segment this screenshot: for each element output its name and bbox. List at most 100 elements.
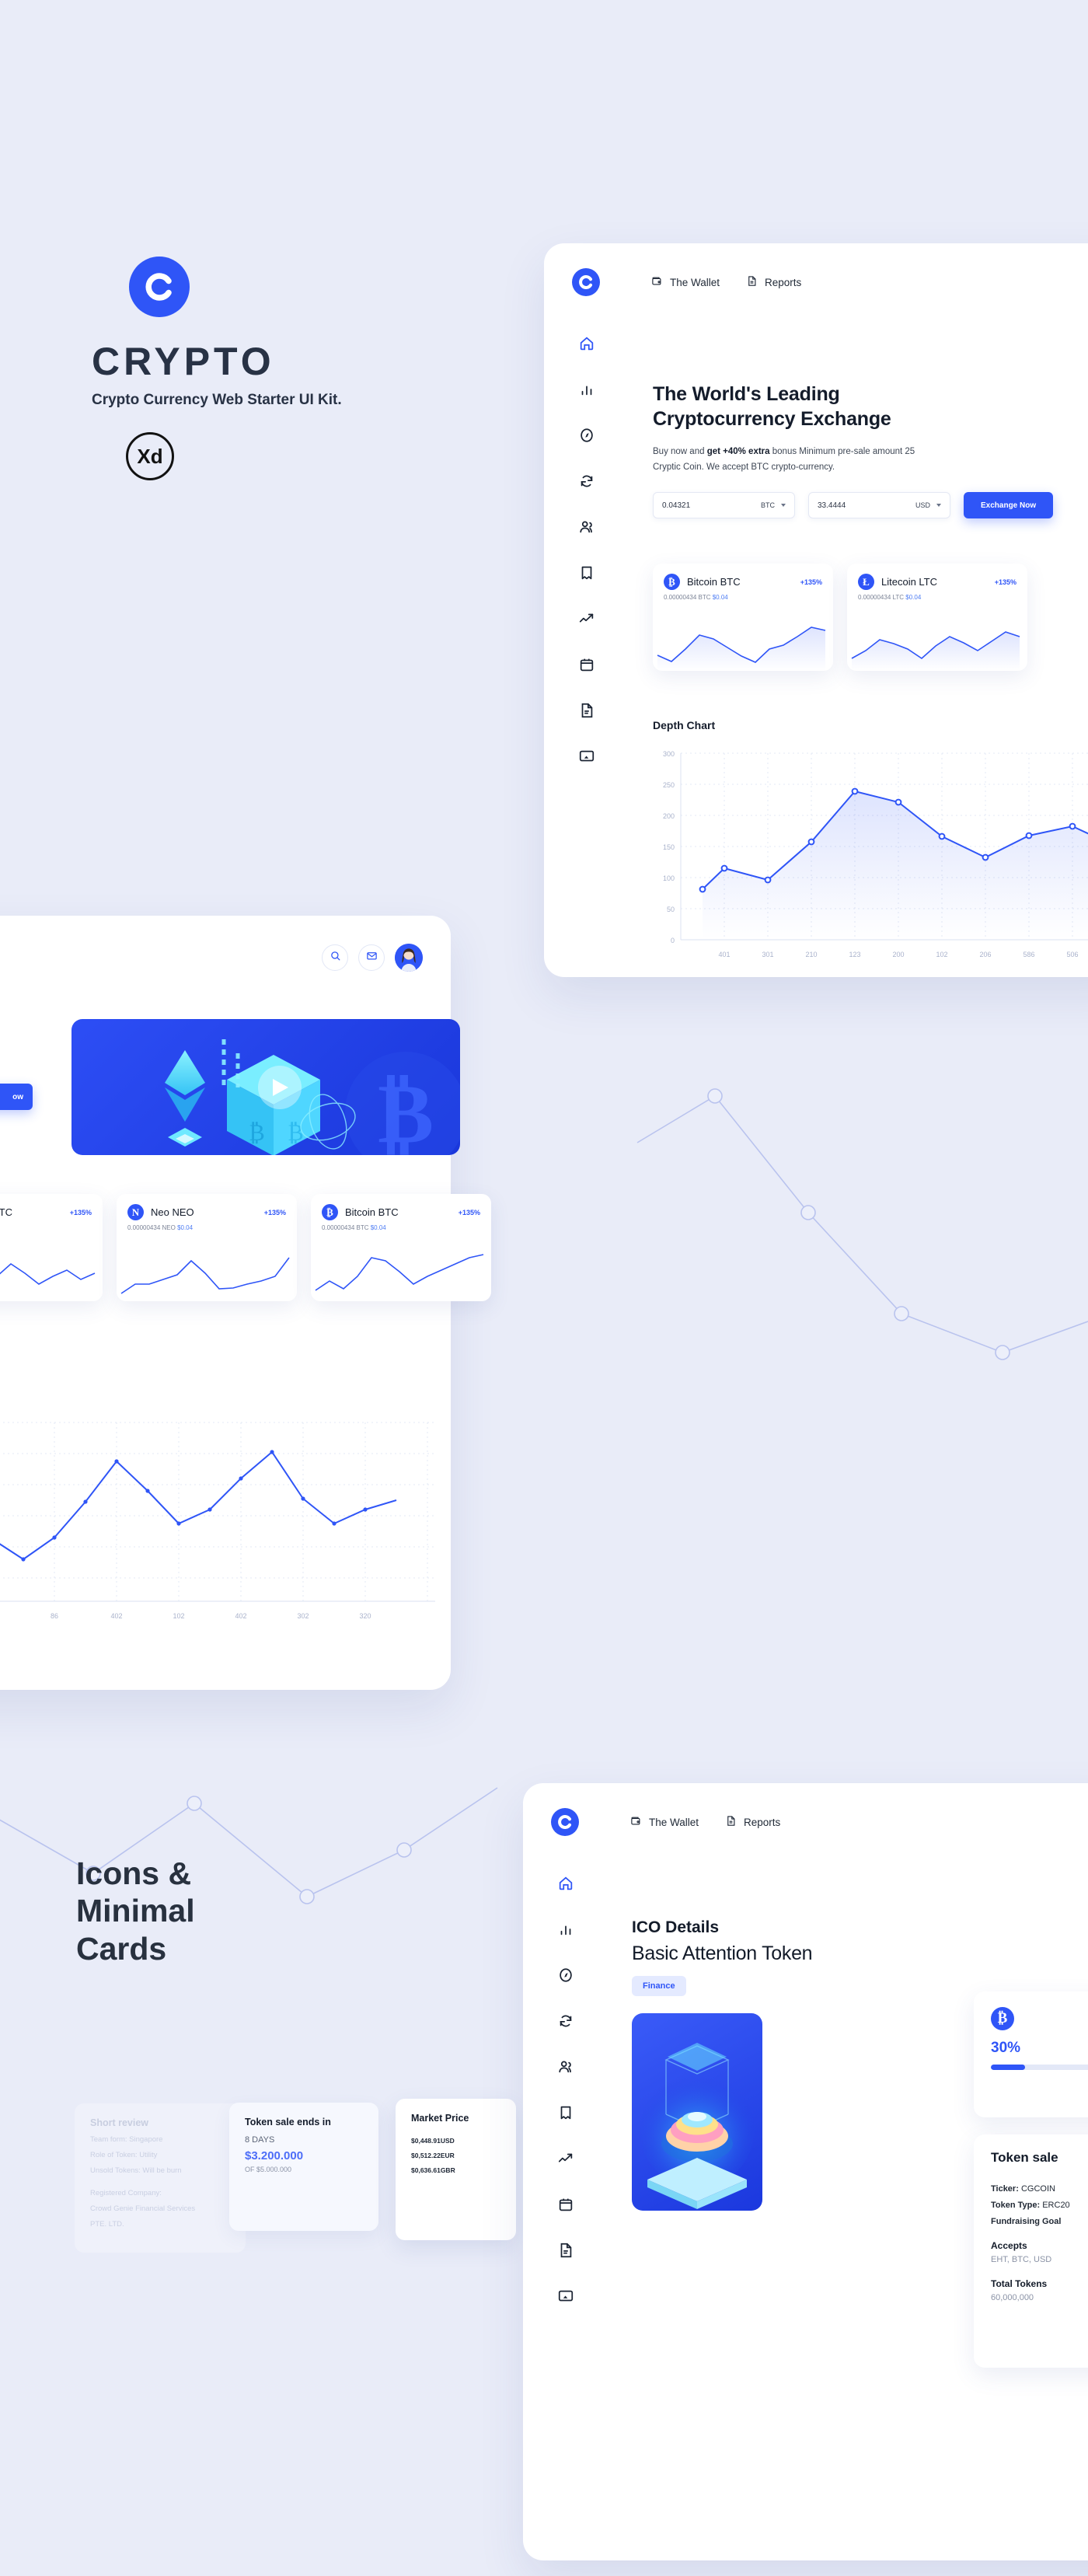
calendar-icon[interactable] xyxy=(557,2196,574,2213)
svg-text:102: 102 xyxy=(936,951,947,958)
svg-text:206: 206 xyxy=(979,951,991,958)
token-sale-goal: OF $5.000.000 xyxy=(245,2166,292,2173)
svg-text:150: 150 xyxy=(663,843,675,851)
users-icon[interactable] xyxy=(557,2058,574,2075)
crypto-illustration-banner[interactable]: ₿ ₿ ₿ xyxy=(71,1019,460,1155)
brand-block: CRYPTO Crypto Currency Web Starter UI Ki… xyxy=(92,257,465,480)
ico-progress-card[interactable]: ₿ 30% xyxy=(974,1991,1088,2117)
nav-item-the-wallet[interactable]: The Wallet xyxy=(651,275,720,289)
mail-icon xyxy=(366,950,378,965)
exchange-dashboard-window: The Wallet Reports The World's Leading C… xyxy=(544,243,1088,977)
coin-amount: 0.00000434 NEO xyxy=(127,1224,176,1231)
compass-icon[interactable] xyxy=(557,1967,574,1984)
coin-usd: $0.04 xyxy=(177,1224,194,1231)
chevron-down-icon[interactable] xyxy=(781,504,786,508)
amount-from-field[interactable]: 0.04321 BTC xyxy=(653,492,795,519)
coin-card[interactable]: N Neo NEO +135% 0.00000434 NEO $0.04 xyxy=(117,1194,297,1301)
bar-chart-icon[interactable] xyxy=(578,381,595,398)
coin-change-badge: +135% xyxy=(458,1208,480,1216)
bitcoin-icon: ₿ xyxy=(322,1204,338,1220)
refresh-icon[interactable] xyxy=(578,473,595,490)
monitor-icon[interactable] xyxy=(557,2288,574,2305)
calendar-icon[interactable] xyxy=(578,656,595,673)
search-button[interactable] xyxy=(322,944,348,971)
nav-item-the-wallet[interactable]: The Wallet xyxy=(630,1815,699,1829)
short-review-card[interactable]: Short review Team form: Singapore Role o… xyxy=(75,2103,246,2253)
monitor-icon[interactable] xyxy=(578,748,595,765)
coin-amount: 0.00000434 BTC xyxy=(322,1224,369,1231)
nav-item-label: Reports xyxy=(744,1816,781,1828)
crypto-c-logo[interactable] xyxy=(572,268,600,296)
document-icon[interactable] xyxy=(578,702,595,719)
coin-card[interactable]: Ł Litecoin LTC +135% 0.00000434 LTC $0.0… xyxy=(847,564,1027,671)
page-title: CRYPTO xyxy=(92,340,275,383)
coin-sparkline xyxy=(0,1262,96,1285)
coin-change-badge: +135% xyxy=(994,578,1017,586)
ico-kicker: ICO Details xyxy=(632,1918,720,1936)
home-icon[interactable] xyxy=(578,335,595,352)
svg-text:200: 200 xyxy=(663,812,675,820)
ico-token-sale-card[interactable]: Token sale Ticker: CGCOIN Token Type: ER… xyxy=(974,2134,1088,2368)
exchange-now-button-cut[interactable]: ow xyxy=(0,1084,33,1110)
chevron-down-icon[interactable] xyxy=(936,504,941,508)
compass-icon[interactable] xyxy=(578,427,595,444)
coin-card[interactable]: ₿ Bitcoin BTC +135% 0.00000434 BTC $0.04 xyxy=(653,564,833,671)
ico-progress-bar xyxy=(991,2065,1088,2070)
trending-up-icon[interactable] xyxy=(578,610,595,627)
bar-chart-icon[interactable] xyxy=(557,1921,574,1938)
short-review-row: Registered Company: xyxy=(90,2189,162,2197)
coin-amount: 0.00000434 LTC xyxy=(858,594,905,601)
mail-button[interactable] xyxy=(358,944,385,971)
amount-from-value: 0.04321 xyxy=(662,501,691,510)
refresh-icon[interactable] xyxy=(557,2012,574,2030)
token-sale-days: 8 DAYS xyxy=(245,2135,275,2145)
token-sale-ends-title: Token sale ends in xyxy=(245,2117,331,2127)
coin-sparkline xyxy=(120,1257,290,1294)
svg-text:402: 402 xyxy=(110,1612,122,1620)
sidebar-rail xyxy=(569,335,605,765)
ico-details-header: ICO Details Basic Attention Token Financ… xyxy=(632,1918,813,1996)
token-sale-accepts-label: Accepts xyxy=(991,2240,1027,2251)
coin-sparkline xyxy=(657,627,826,671)
amount-to-field[interactable]: 33.4444 USD xyxy=(808,492,950,519)
hero-body-pre: Buy now and xyxy=(653,447,707,456)
token-sale-total-label: Total Tokens xyxy=(991,2278,1048,2289)
exchange-now-button[interactable]: Exchange Now xyxy=(964,492,1054,519)
crypto-c-logo[interactable] xyxy=(551,1808,579,1836)
depth-chart-top: 300 250 200 150 100 50 0 401 301 210 123 2… xyxy=(643,738,1088,975)
users-icon[interactable] xyxy=(578,518,595,536)
token-sale-total-value: 60,000,000 xyxy=(991,2293,1034,2302)
ico-progress-percent: 30% xyxy=(991,2040,1021,2056)
wallet-icon xyxy=(630,1815,642,1829)
bookmark-icon[interactable] xyxy=(578,564,595,581)
depth-chart-title: Depth Chart xyxy=(653,719,716,731)
coin-name: Bitcoin BTC xyxy=(345,1206,399,1218)
token-sale-accepts-value: EHT, BTC, USD xyxy=(991,2255,1052,2264)
coin-change-badge: +135% xyxy=(263,1208,286,1216)
short-review-row: Unsold Tokens: Will be burn xyxy=(90,2166,182,2175)
ico-category-chip[interactable]: Finance xyxy=(632,1976,686,1996)
nav-item-reports[interactable]: Reports xyxy=(725,1815,780,1829)
bookmark-icon[interactable] xyxy=(557,2104,574,2121)
headline-line2: Minimal xyxy=(76,1893,195,1929)
token-sale-type: Token Type: ERC20 xyxy=(991,2201,1088,2210)
document-icon xyxy=(725,1815,737,1829)
coin-usd: $0.04 xyxy=(712,594,728,601)
coin-sparkline xyxy=(315,1254,484,1291)
trending-up-icon[interactable] xyxy=(557,2150,574,2167)
token-sale-ends-card[interactable]: Token sale ends in 8 DAYS $3.200.000 OF … xyxy=(229,2103,378,2231)
token-sale-ticker-label: Ticker: xyxy=(991,2184,1019,2194)
home-icon[interactable] xyxy=(557,1875,574,1892)
nav-item-reports[interactable]: Reports xyxy=(746,275,801,289)
exchange-form: 0.04321 BTC 33.4444 USD Exchange Now xyxy=(653,492,1088,519)
token-sale-raised: $3.200.000 xyxy=(245,2149,304,2162)
token-sale-goal: Fundraising Goal xyxy=(991,2217,1088,2226)
svg-text:₿: ₿ xyxy=(378,1068,434,1155)
coin-usd: $0.04 xyxy=(370,1224,386,1231)
avatar[interactable] xyxy=(395,944,423,972)
market-price-card[interactable]: Market Price $0,448.91USD $0,512.22EUR $… xyxy=(396,2099,516,2240)
coin-card[interactable]: Ł Litecoin LTC +135% 0.00000434 LTC $0.0… xyxy=(0,1194,103,1301)
amount-to-value: 33.4444 xyxy=(818,501,846,510)
coin-card[interactable]: ₿ Bitcoin BTC +135% 0.00000434 BTC $0.04 xyxy=(311,1194,491,1301)
document-icon[interactable] xyxy=(557,2242,574,2259)
